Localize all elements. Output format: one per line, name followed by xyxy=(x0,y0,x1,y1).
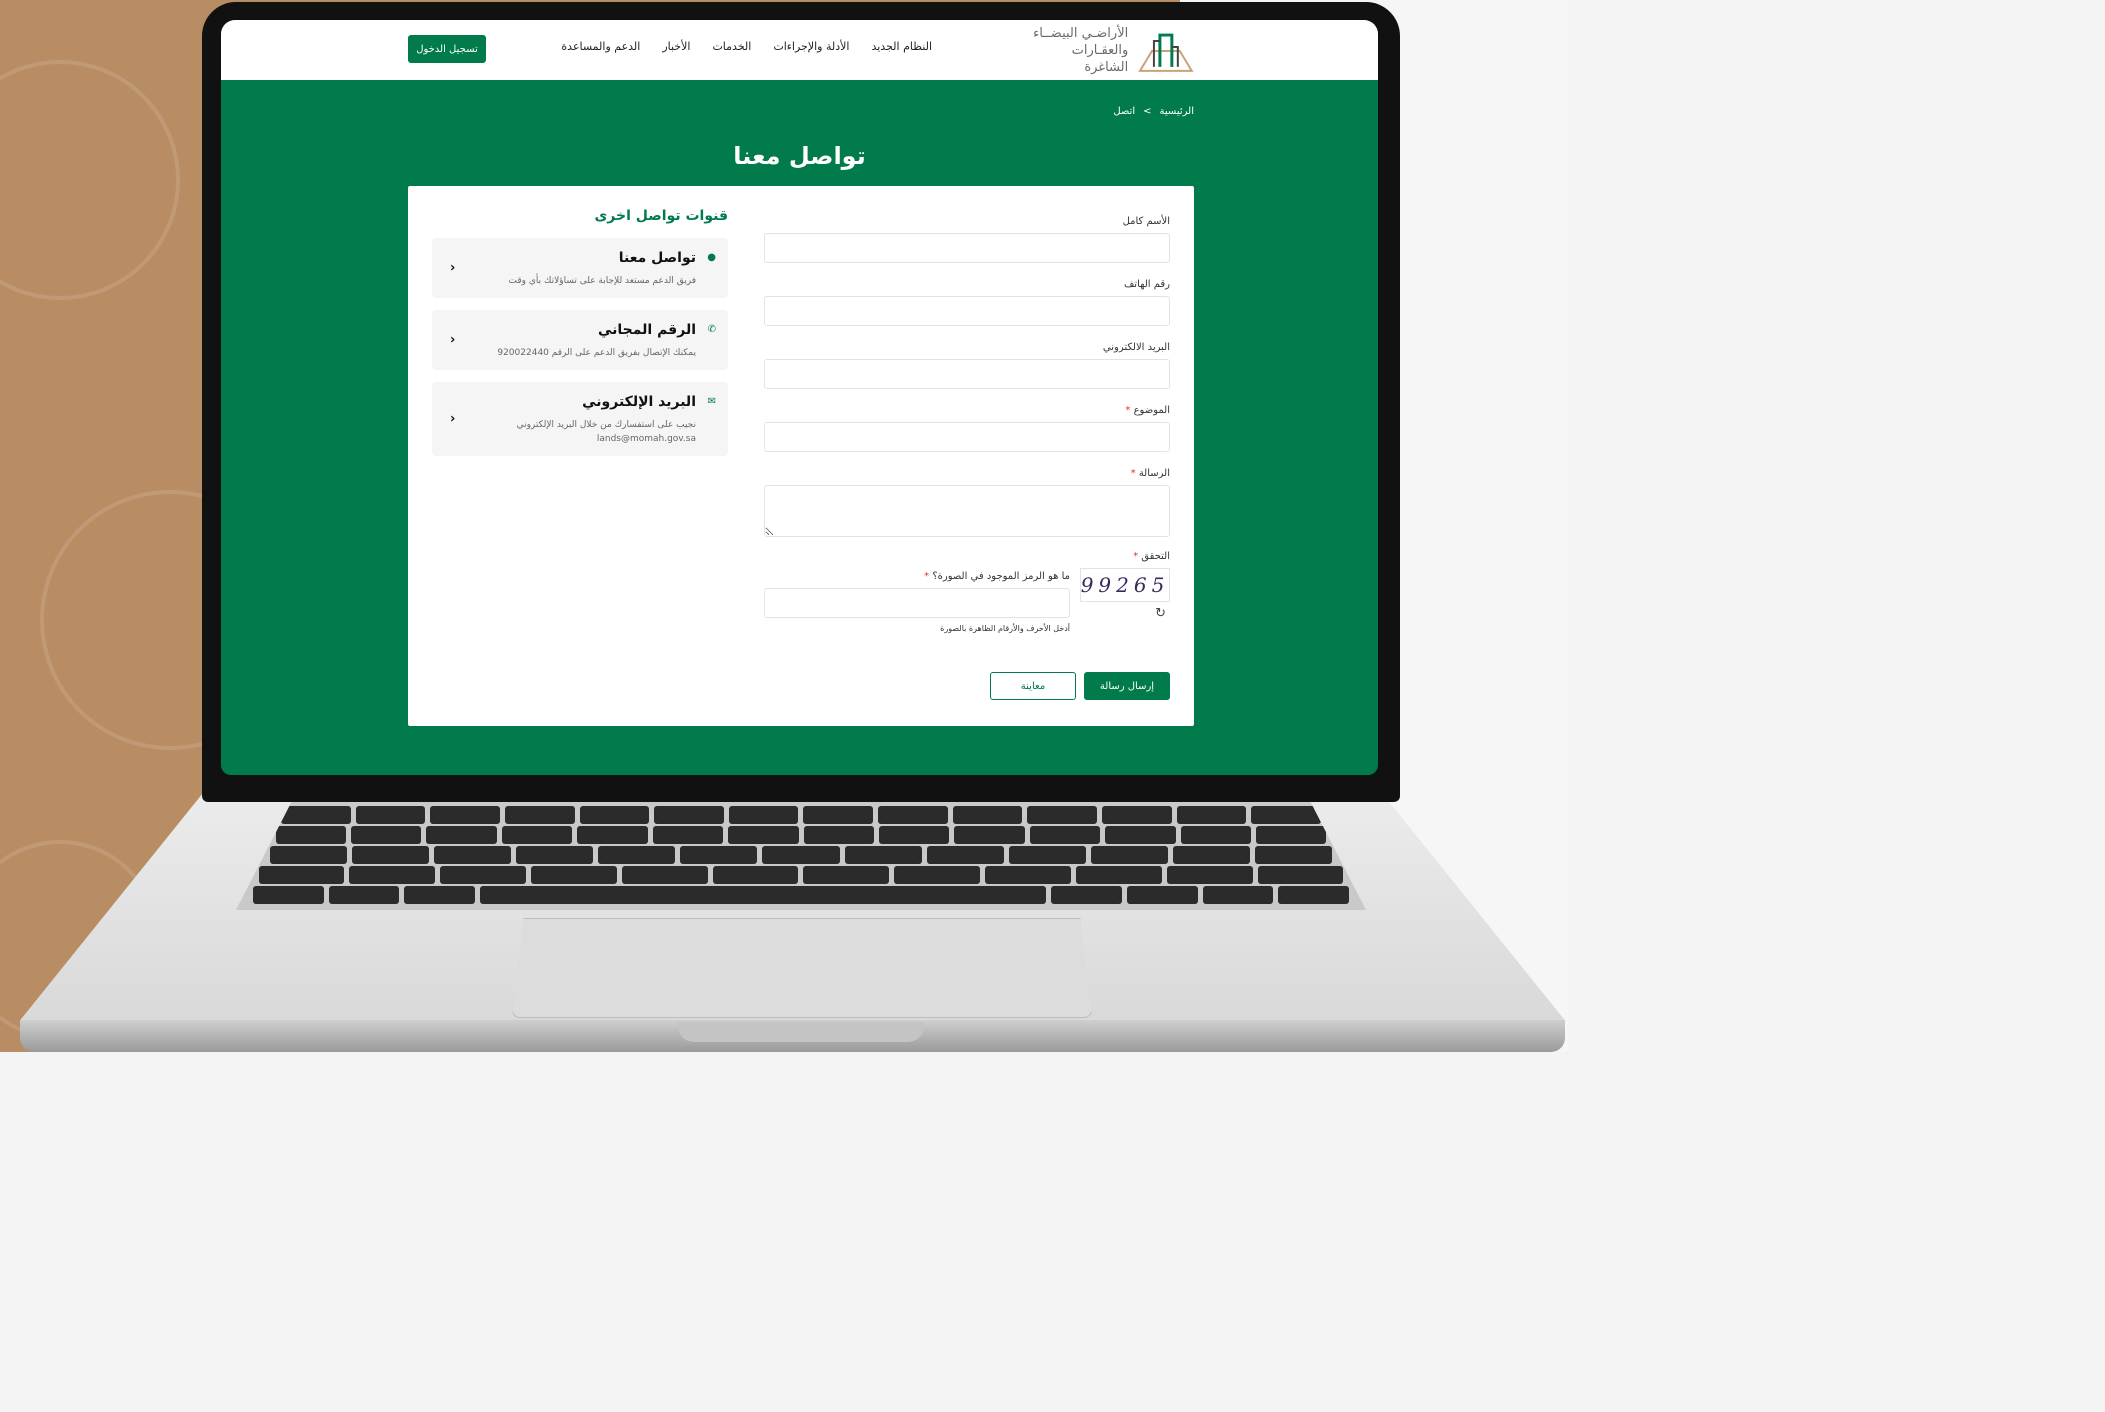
message-textarea[interactable] xyxy=(764,485,1170,537)
channel-desc: نجيب على استفسارك من خلال البريد الإلكتر… xyxy=(516,420,696,430)
channel-title: البريد الإلكتروني xyxy=(582,394,696,410)
page-title: تواصل معنا xyxy=(733,142,866,170)
captcha-question: ما هو الرمز الموجود في الصورة؟ * xyxy=(924,571,1070,582)
message-label: الرسالة * xyxy=(1130,468,1170,479)
channel-email-address[interactable]: lands@momah.gov.sa xyxy=(472,432,696,446)
nav-news[interactable]: الأخبار xyxy=(662,40,690,53)
contact-form: الأسم كامل رقم الهاتف البريد الالكتروني … xyxy=(764,216,1170,700)
channel-desc: فريق الدعم مستعد للإجابة على تساؤلاتك بأ… xyxy=(508,276,696,286)
laptop-keyboard xyxy=(236,800,1366,910)
full-name-input[interactable] xyxy=(764,233,1170,263)
logo-mark-icon xyxy=(1138,33,1194,72)
laptop-touchpad xyxy=(512,918,1092,1018)
laptop-notch xyxy=(678,1022,924,1042)
captcha-image: 99265 xyxy=(1080,568,1170,602)
required-mark: * xyxy=(1133,551,1139,562)
breadcrumb-separator: > xyxy=(1143,106,1152,117)
subject-input[interactable] xyxy=(764,422,1170,452)
channel-toll-free[interactable]: ✆ الرقم المجاني يمكنك الإتصال بفريق الدع… xyxy=(432,310,728,370)
site-header: الأراضـي البيضــاء والعقـارات الشاغرة ال… xyxy=(221,20,1378,80)
channel-title: تواصل معنا xyxy=(618,250,696,266)
logo-line-1: الأراضـي البيضــاء xyxy=(1033,25,1129,41)
verify-label: التحقق * xyxy=(1133,551,1170,562)
phone-icon: ✆ xyxy=(707,324,716,335)
phone-input[interactable] xyxy=(764,296,1170,326)
preview-button[interactable]: معاينة xyxy=(990,672,1076,700)
email-label: البريد الالكتروني xyxy=(1102,342,1170,353)
logo-text: الأراضـي البيضــاء والعقـارات الشاغرة xyxy=(1024,25,1128,76)
channel-title: الرقم المجاني xyxy=(598,322,696,338)
send-message-button[interactable]: إرسال رسالة xyxy=(1084,672,1170,700)
nav-services[interactable]: الخدمات xyxy=(712,40,751,53)
channel-email[interactable]: ✉ البريد الإلكتروني نجيب على استفسارك من… xyxy=(432,382,728,456)
form-buttons: إرسال رسالة معاينة xyxy=(990,672,1170,700)
required-mark: * xyxy=(924,571,930,582)
refresh-icon[interactable]: ↻ xyxy=(1155,606,1166,621)
phone-label: رقم الهاتف xyxy=(1123,279,1170,290)
login-button[interactable]: تسجيل الدخول xyxy=(408,35,486,63)
chevron-left-icon: ‹ xyxy=(450,332,456,348)
chevron-left-icon: ‹ xyxy=(450,260,456,276)
captcha-row: 99265 ↻ ما هو الرمز الموجود في الصورة؟ *… xyxy=(764,568,1170,648)
other-channels: قنوات تواصل اخرى ● تواصل معنا فريق الدعم… xyxy=(432,208,728,468)
site-logo[interactable]: الأراضـي البيضــاء والعقـارات الشاغرة xyxy=(1024,25,1194,76)
nav-new-system[interactable]: النظام الجديد xyxy=(871,40,932,53)
nav-guides[interactable]: الأدلة والإجراءات xyxy=(773,40,849,53)
email-input[interactable] xyxy=(764,359,1170,389)
channels-title: قنوات تواصل اخرى xyxy=(594,208,728,224)
required-mark: * xyxy=(1130,468,1136,479)
channel-contact-us[interactable]: ● تواصل معنا فريق الدعم مستعد للإجابة عل… xyxy=(432,238,728,298)
logo-line-2: والعقـارات الشاغرة xyxy=(1071,42,1129,75)
subject-label: الموضوع * xyxy=(1125,405,1170,416)
contact-card: الأسم كامل رقم الهاتف البريد الالكتروني … xyxy=(408,186,1194,726)
chevron-left-icon: ‹ xyxy=(450,411,456,427)
captcha-help: أدخل الأحرف والأرقام الظاهرة بالصورة xyxy=(940,624,1070,633)
nav-support[interactable]: الدعم والمساعدة xyxy=(561,40,640,53)
breadcrumb-current: اتصل xyxy=(1113,106,1136,117)
whatsapp-icon: ● xyxy=(707,252,716,263)
breadcrumb: الرئيسية > اتصل xyxy=(1113,106,1194,117)
laptop-screen: الأراضـي البيضــاء والعقـارات الشاغرة ال… xyxy=(221,20,1378,775)
required-mark: * xyxy=(1125,405,1131,416)
mail-icon: ✉ xyxy=(707,396,716,407)
main-nav: النظام الجديد الأدلة والإجراءات الخدمات … xyxy=(561,40,932,53)
full-name-label: الأسم كامل xyxy=(1122,216,1170,227)
captcha-input[interactable] xyxy=(764,588,1070,618)
channel-desc: يمكنك الإتصال بفريق الدعم على الرقم 9200… xyxy=(497,348,696,358)
breadcrumb-home[interactable]: الرئيسية xyxy=(1160,106,1194,117)
